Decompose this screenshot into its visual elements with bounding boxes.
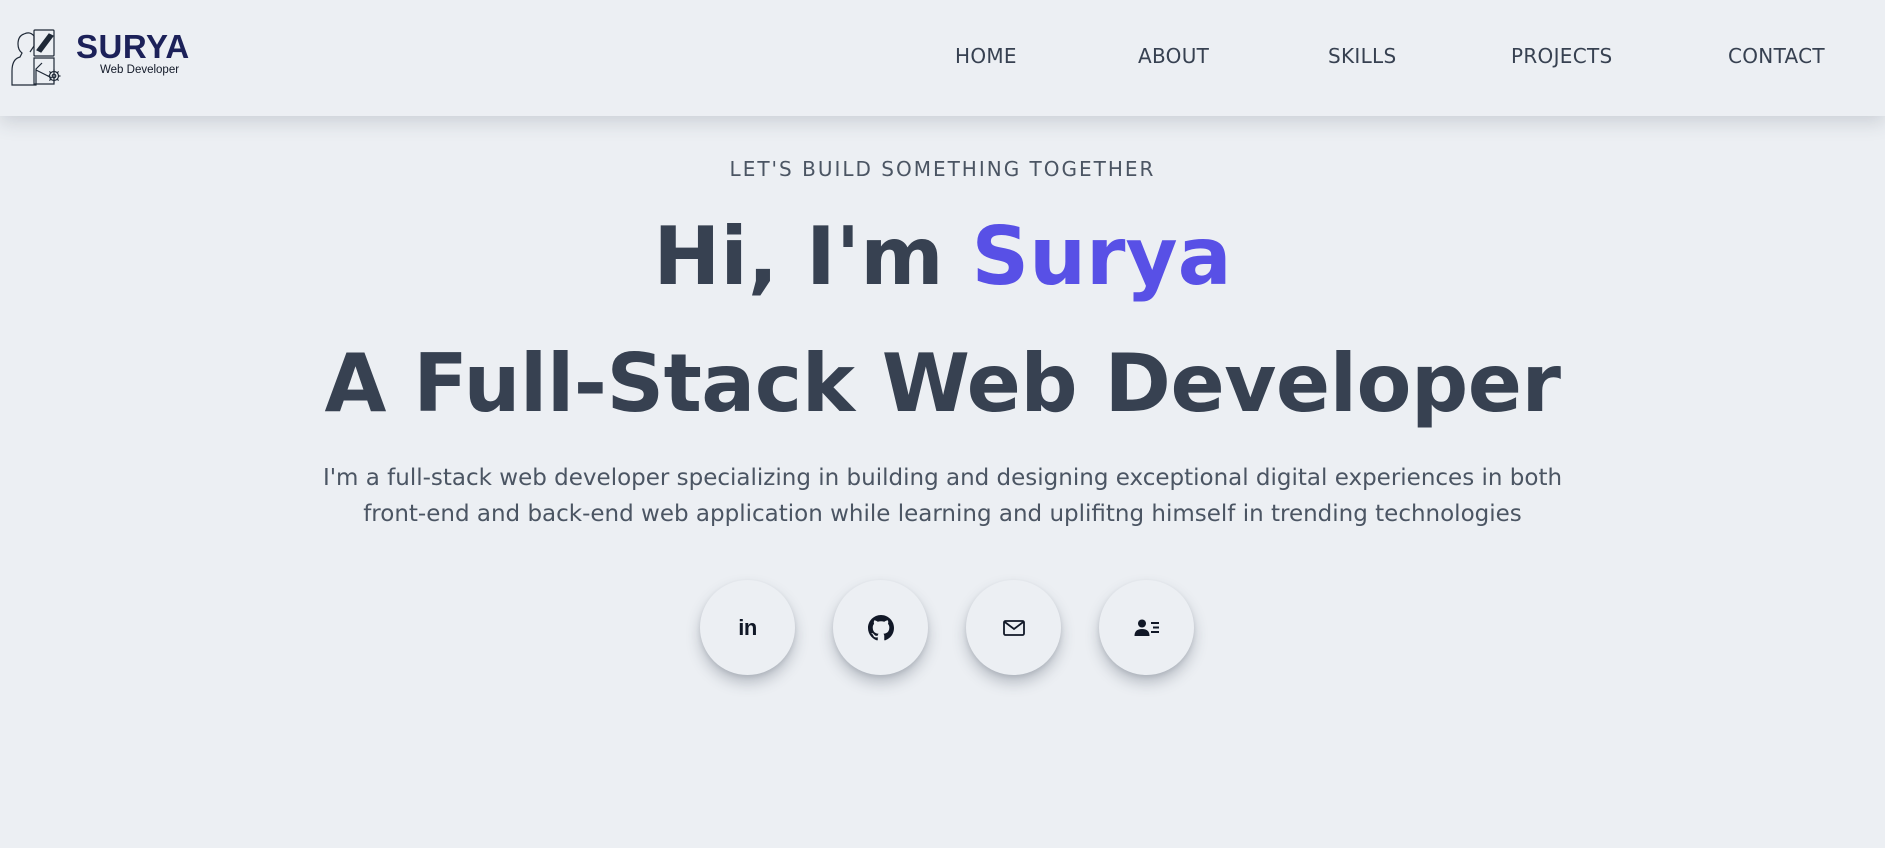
brand-name: SURYA (76, 28, 190, 65)
mail-button[interactable] (966, 580, 1061, 675)
hero-greeting: Hi, I'm (653, 210, 944, 303)
hero-name: Surya (971, 210, 1232, 303)
contact-card-icon (1134, 619, 1159, 636)
social-links: in (700, 580, 1194, 676)
developer-avatar-icon (11, 29, 61, 86)
github-button[interactable] (833, 580, 928, 675)
hero-eyebrow: LET'S BUILD SOMETHING TOGETHER (729, 157, 1156, 181)
hero-greeting-heading: Hi, I'm Surya (0, 207, 1885, 307)
navbar: SURYA Web Developer HOME ABOUT SKILLS PR… (0, 0, 1885, 116)
github-icon (867, 614, 894, 640)
nav-projects[interactable]: PROJECTS (1511, 44, 1613, 68)
contact-card-button[interactable] (1099, 580, 1194, 675)
hero-description: I'm a full-stack web developer specializ… (322, 465, 1563, 527)
linkedin-icon: in (738, 614, 757, 640)
brand-tagline: Web Developer (100, 64, 180, 76)
hero-title: A Full-Stack Web Developer (324, 337, 1561, 430)
nav-home[interactable]: HOME (955, 44, 1017, 68)
linkedin-button[interactable]: in (700, 580, 795, 675)
nav-contact[interactable]: CONTACT (1728, 44, 1825, 68)
brand-logo[interactable]: SURYA Web Developer (10, 26, 210, 88)
mail-icon (1002, 619, 1025, 636)
nav-about[interactable]: ABOUT (1138, 44, 1209, 68)
nav-skills[interactable]: SKILLS (1328, 44, 1397, 68)
brand-text: SURYA Web Developer (76, 30, 190, 77)
